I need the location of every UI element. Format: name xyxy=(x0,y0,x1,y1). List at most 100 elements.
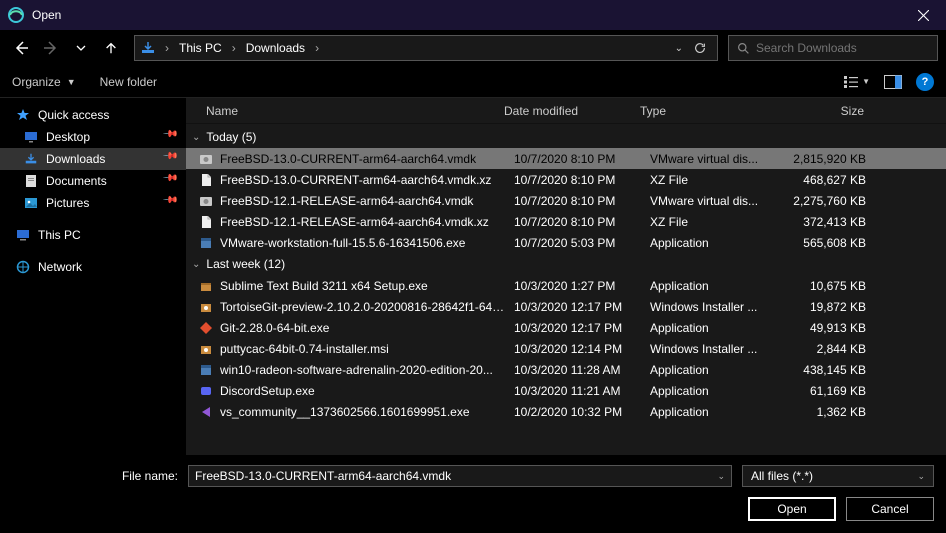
file-group-header[interactable]: ⌄Last week (12) xyxy=(186,253,946,275)
file-name: Git-2.28.0-64-bit.exe xyxy=(216,321,506,335)
chevron-down-icon: ⌄ xyxy=(192,259,200,270)
file-size: 1,362 KB xyxy=(784,405,884,419)
file-row[interactable]: DiscordSetup.exe10/3/2020 11:21 AMApplic… xyxy=(186,380,946,401)
address-bar[interactable]: › This PC › Downloads › ⌄ xyxy=(134,35,718,61)
nav-desktop[interactable]: Desktop 📌 xyxy=(0,126,186,148)
file-type: Application xyxy=(642,279,784,293)
file-size: 565,608 KB xyxy=(784,236,884,250)
file-type: VMware virtual dis... xyxy=(642,152,784,166)
file-date: 10/3/2020 12:17 PM xyxy=(506,300,642,314)
filetype-filter[interactable]: All files (*.*) ⌄ xyxy=(742,465,934,487)
file-row[interactable]: win10-radeon-software-adrenalin-2020-edi… xyxy=(186,359,946,380)
file-size: 438,145 KB xyxy=(784,363,884,377)
file-row[interactable]: FreeBSD-13.0-CURRENT-arm64-aarch64.vmdk1… xyxy=(186,148,946,169)
file-type-icon xyxy=(196,194,216,208)
refresh-icon[interactable] xyxy=(693,41,707,55)
file-date: 10/7/2020 8:10 PM xyxy=(506,194,642,208)
file-date: 10/3/2020 11:21 AM xyxy=(506,384,642,398)
close-icon xyxy=(918,10,929,21)
search-box[interactable] xyxy=(728,35,938,61)
nav-this-pc[interactable]: This PC xyxy=(0,224,186,246)
close-button[interactable] xyxy=(900,0,946,30)
file-type: Windows Installer ... xyxy=(642,300,784,314)
file-row[interactable]: Sublime Text Build 3211 x64 Setup.exe10/… xyxy=(186,275,946,296)
file-row[interactable]: FreeBSD-13.0-CURRENT-arm64-aarch64.vmdk.… xyxy=(186,169,946,190)
file-date: 10/3/2020 1:27 PM xyxy=(506,279,642,293)
main: Quick access Desktop 📌 Downloads 📌 Docum… xyxy=(0,98,946,455)
file-row[interactable]: FreeBSD-12.1-RELEASE-arm64-aarch64.vmdk1… xyxy=(186,190,946,211)
file-row[interactable]: vs_community__1373602566.1601699951.exe1… xyxy=(186,401,946,422)
file-date: 10/3/2020 12:17 PM xyxy=(506,321,642,335)
recent-button[interactable] xyxy=(68,35,94,61)
filename-combobox[interactable]: ⌄ xyxy=(188,465,732,487)
col-size[interactable]: Size xyxy=(774,104,874,118)
new-folder-button[interactable]: New folder xyxy=(100,75,157,89)
file-size: 10,675 KB xyxy=(784,279,884,293)
back-button[interactable] xyxy=(8,35,34,61)
file-type: Windows Installer ... xyxy=(642,342,784,356)
file-type: Application xyxy=(642,405,784,419)
file-type-icon xyxy=(196,215,216,229)
file-group-header[interactable]: ⌄Today (5) xyxy=(186,126,946,148)
arrow-right-icon xyxy=(43,40,59,56)
file-date: 10/2/2020 10:32 PM xyxy=(506,405,642,419)
file-type: XZ File xyxy=(642,173,784,187)
help-button[interactable]: ? xyxy=(916,73,934,91)
file-type: Application xyxy=(642,384,784,398)
file-type: Application xyxy=(642,363,784,377)
nav-downloads[interactable]: Downloads 📌 xyxy=(0,148,186,170)
nav-quick-access[interactable]: Quick access xyxy=(0,104,186,126)
col-type[interactable]: Type xyxy=(632,104,774,118)
file-row[interactable]: FreeBSD-12.1-RELEASE-arm64-aarch64.vmdk.… xyxy=(186,211,946,232)
chevron-down-icon: ⌄ xyxy=(192,132,200,143)
forward-button[interactable] xyxy=(38,35,64,61)
file-row[interactable]: Git-2.28.0-64-bit.exe10/3/2020 12:17 PMA… xyxy=(186,317,946,338)
file-list[interactable]: ⌄Today (5)FreeBSD-13.0-CURRENT-arm64-aar… xyxy=(186,124,946,455)
file-date: 10/7/2020 8:10 PM xyxy=(506,215,642,229)
documents-icon xyxy=(22,174,40,188)
file-date: 10/3/2020 12:14 PM xyxy=(506,342,642,356)
file-name: puttycac-64bit-0.74-installer.msi xyxy=(216,342,506,356)
nav-documents[interactable]: Documents 📌 xyxy=(0,170,186,192)
pictures-icon xyxy=(22,197,40,209)
chevron-down-icon[interactable]: ⌄ xyxy=(675,43,683,54)
breadcrumb-downloads[interactable]: Downloads xyxy=(240,38,311,58)
filter-label: All files (*.*) xyxy=(751,469,813,483)
organize-label: Organize xyxy=(12,75,61,89)
up-button[interactable] xyxy=(98,35,124,61)
file-row[interactable]: puttycac-64bit-0.74-installer.msi10/3/20… xyxy=(186,338,946,359)
file-row[interactable]: VMware-workstation-full-15.5.6-16341506.… xyxy=(186,232,946,253)
chevron-down-icon[interactable]: ⌄ xyxy=(717,471,725,482)
arrow-up-icon xyxy=(104,41,118,55)
nav-network[interactable]: Network xyxy=(0,256,186,278)
file-size: 372,413 KB xyxy=(784,215,884,229)
file-size: 19,872 KB xyxy=(784,300,884,314)
file-type: Application xyxy=(642,236,784,250)
view-options-button[interactable]: ▼ xyxy=(843,75,870,89)
nav-label: Network xyxy=(38,260,82,274)
nav-label: Desktop xyxy=(46,130,90,144)
file-date: 10/7/2020 5:03 PM xyxy=(506,236,642,250)
file-type-icon xyxy=(196,363,216,377)
file-type-icon xyxy=(196,173,216,187)
nav-label: Documents xyxy=(46,174,107,188)
file-type-icon xyxy=(196,384,216,398)
file-size: 2,275,760 KB xyxy=(784,194,884,208)
cancel-button[interactable]: Cancel xyxy=(846,497,934,521)
nav-pictures[interactable]: Pictures 📌 xyxy=(0,192,186,214)
col-name[interactable]: Name xyxy=(186,104,496,118)
chevron-down-icon: ⌄ xyxy=(917,471,925,482)
organize-menu[interactable]: Organize ▼ xyxy=(12,75,76,89)
file-list-area: Name Date modified Type Size ⌄Today (5)F… xyxy=(186,98,946,455)
filename-input[interactable] xyxy=(195,469,717,483)
open-button[interactable]: Open xyxy=(748,497,836,521)
file-row[interactable]: TortoiseGit-preview-2.10.2.0-20200816-28… xyxy=(186,296,946,317)
help-icon: ? xyxy=(922,76,929,88)
breadcrumb-this-pc[interactable]: This PC xyxy=(173,38,228,58)
preview-pane-icon[interactable] xyxy=(884,75,902,89)
file-size: 61,169 KB xyxy=(784,384,884,398)
col-date[interactable]: Date modified xyxy=(496,104,632,118)
cancel-label: Cancel xyxy=(871,502,908,516)
file-type: XZ File xyxy=(642,215,784,229)
search-input[interactable] xyxy=(756,41,929,55)
